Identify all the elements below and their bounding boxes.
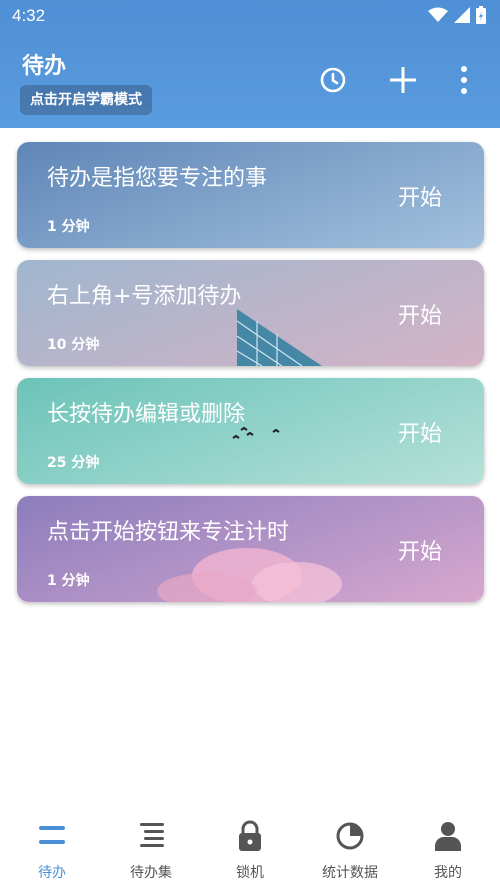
todo-card[interactable]: 长按待办编辑或删除 25 分钟 开始 — [17, 378, 484, 484]
bottom-nav: 待办 待办集 锁机 统计数据 我的 — [0, 800, 500, 889]
wifi-icon — [428, 7, 448, 22]
todo-card[interactable]: 待办是指您要专注的事 1 分钟 开始 — [17, 142, 484, 248]
tab-lock[interactable]: 锁机 — [200, 818, 300, 882]
todo-title: 长按待办编辑或删除 — [47, 402, 246, 427]
lock-icon — [200, 818, 300, 854]
tab-todo[interactable]: 待办 — [2, 818, 102, 882]
todo-card[interactable]: 右上角+号添加待办 10 分钟 开始 — [17, 260, 484, 366]
tab-label: 待办 — [38, 865, 66, 881]
todo-duration: 1 分钟 — [47, 573, 90, 589]
todo-duration: 10 分钟 — [47, 337, 100, 353]
tab-label: 锁机 — [236, 865, 264, 881]
tab-mine[interactable]: 我的 — [398, 818, 498, 882]
start-button[interactable]: 开始 — [398, 180, 442, 212]
signal-icon — [454, 7, 470, 23]
todo-title: 待办是指您要专注的事 — [47, 166, 268, 191]
status-bar: 4:32 — [0, 0, 500, 34]
todo-title: 右上角+号添加待办 — [47, 284, 242, 309]
status-time: 4:32 — [12, 6, 46, 25]
list-icon — [2, 818, 102, 854]
plus-icon[interactable] — [385, 62, 421, 98]
glass-building-image — [236, 309, 322, 366]
todo-card[interactable]: 点击开始按钮来专注计时 1 分钟 开始 — [17, 496, 484, 602]
page-title: 待办 — [22, 54, 67, 79]
pie-chart-icon — [300, 818, 400, 854]
tab-todo-collection[interactable]: 待办集 — [101, 818, 201, 882]
list-collection-icon — [101, 818, 201, 854]
tab-label: 统计数据 — [322, 865, 378, 881]
tab-label: 待办集 — [130, 865, 172, 881]
todo-duration: 25 分钟 — [47, 455, 100, 471]
start-button[interactable]: 开始 — [398, 298, 442, 330]
tab-label: 我的 — [434, 865, 462, 881]
todo-title: 点击开始按钮来专注计时 — [47, 520, 290, 545]
battery-icon — [476, 6, 486, 24]
start-button[interactable]: 开始 — [398, 416, 442, 448]
person-icon — [398, 818, 498, 854]
study-mode-button[interactable]: 点击开启学霸模式 — [20, 85, 152, 115]
more-vert-icon[interactable] — [446, 62, 482, 98]
status-icons — [428, 6, 486, 24]
todo-duration: 1 分钟 — [47, 219, 90, 235]
app-header: 4:32 待办 点击开启学霸模式 — [0, 0, 500, 128]
start-button[interactable]: 开始 — [398, 534, 442, 566]
tab-statistics[interactable]: 统计数据 — [300, 818, 400, 882]
clock-icon[interactable] — [315, 62, 351, 98]
